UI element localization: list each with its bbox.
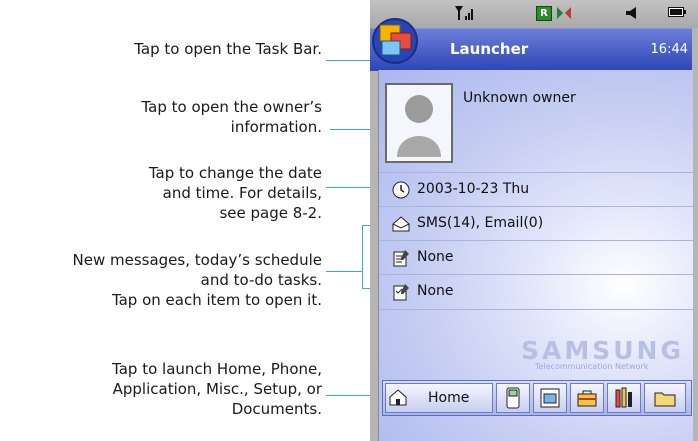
home-icon: [389, 389, 407, 406]
annotation-taskbar: Tap to open the Task Bar.: [134, 39, 322, 59]
owner-name[interactable]: Unknown owner: [463, 90, 576, 106]
clock-time[interactable]: 16:44: [651, 42, 688, 57]
annotation-messages-line2: and to-do tasks.: [200, 271, 322, 289]
title-bar: Launcher 16:44: [370, 18, 692, 71]
speaker-icon: [626, 7, 636, 19]
setup-button[interactable]: [607, 383, 641, 413]
annotation-owner: Tap to open the owner’s information.: [141, 97, 322, 137]
callout-line-messages-vertical: [362, 225, 363, 288]
application-button[interactable]: [533, 383, 567, 413]
annotation-datetime-line2: and time. For details,: [162, 184, 322, 202]
clock-icon: [392, 181, 410, 199]
annotation-owner-line1: Tap to open the owner’s: [141, 98, 322, 116]
phone-screen: R Launcher 16:44 Unknown owner 2003-10-2…: [370, 0, 698, 441]
schedule-text: None: [417, 249, 454, 265]
avatar-icon: [397, 95, 441, 157]
misc-button[interactable]: [570, 383, 604, 413]
setup-icon: [615, 387, 632, 408]
phone-icon: [506, 387, 520, 409]
signal-icon: [455, 6, 473, 20]
callout-line-messages: [326, 271, 363, 272]
phone-button[interactable]: [496, 383, 530, 413]
owner-photo[interactable]: [385, 83, 453, 163]
sync-icon: [557, 7, 571, 19]
message-icon: [392, 216, 410, 232]
todo-icon: [393, 284, 409, 301]
annotation-launch-line3: Documents.: [231, 400, 322, 418]
annotation-messages-line1: New messages, today’s schedule: [72, 251, 322, 269]
annotation-launch: Tap to launch Home, Phone, Application, …: [112, 359, 322, 419]
brand-logo: SAMSUNG: [521, 336, 684, 365]
date-row[interactable]: 2003-10-23 Thu: [379, 172, 693, 207]
misc-icon: [577, 390, 597, 407]
launcher-today-screen: Unknown owner 2003-10-23 Thu SMS(14), Em…: [378, 70, 693, 441]
annotation-launch-line2: Application, Misc., Setup, or: [112, 380, 322, 398]
home-button[interactable]: Home: [385, 383, 493, 413]
launch-bar: Home: [382, 380, 692, 416]
annotation-taskbar-text: Tap to open the Task Bar.: [134, 40, 322, 58]
schedule-row[interactable]: None: [379, 240, 693, 275]
schedule-icon: [393, 250, 409, 267]
status-bar: R: [370, 0, 698, 28]
network-icon: R: [536, 6, 552, 21]
todo-row[interactable]: None: [379, 274, 693, 310]
todo-text: None: [417, 283, 454, 299]
app-title: Launcher: [450, 40, 529, 58]
battery-icon: [668, 7, 686, 17]
annotation-messages: New messages, today’s schedule and to-do…: [73, 250, 322, 310]
messages-row[interactable]: SMS(14), Email(0): [379, 206, 693, 241]
annotation-owner-line2: information.: [230, 118, 322, 136]
annotation-messages-line3: Tap on each item to open it.: [111, 291, 322, 309]
documents-button[interactable]: [644, 383, 686, 413]
folder-icon: [654, 392, 676, 407]
annotation-datetime-line3: see page 8-2.: [219, 204, 322, 222]
messages-text: SMS(14), Email(0): [417, 215, 544, 231]
application-icon: [540, 388, 560, 408]
home-button-label: Home: [428, 390, 470, 406]
annotation-launch-line1: Tap to launch Home, Phone,: [112, 360, 322, 378]
annotation-datetime: Tap to change the date and time. For det…: [149, 163, 322, 223]
taskbar-icon[interactable]: [372, 11, 418, 69]
brand-subtitle: Telecommunication Network: [535, 362, 649, 371]
date-text: 2003-10-23 Thu: [417, 181, 530, 197]
annotation-datetime-line1: Tap to change the date: [148, 164, 322, 182]
